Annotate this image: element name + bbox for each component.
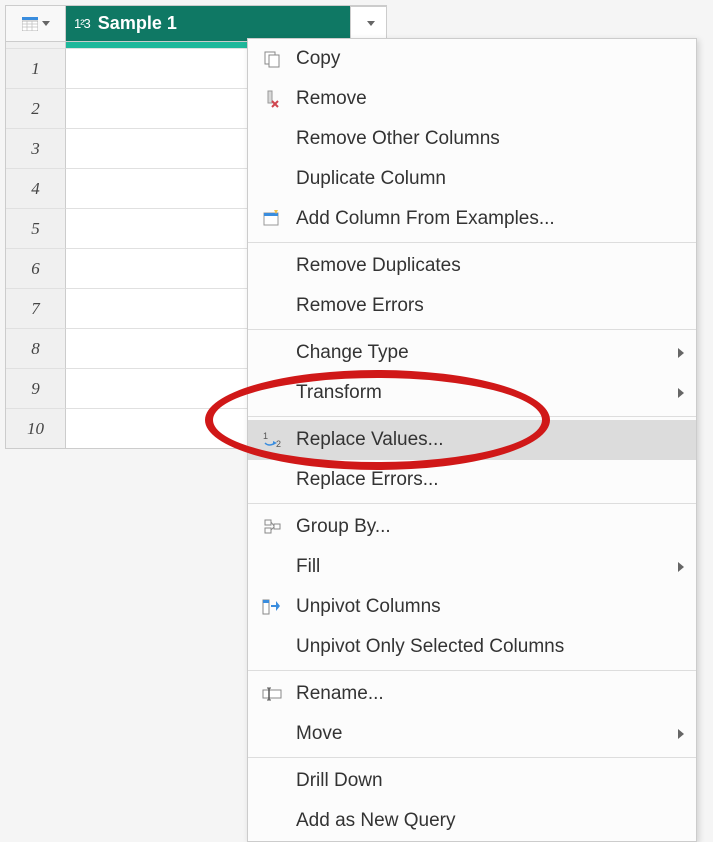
svg-text:1: 1 xyxy=(263,431,268,441)
menu-fill[interactable]: Fill xyxy=(248,547,696,587)
menu-unpivot-only-selected[interactable]: Unpivot Only Selected Columns xyxy=(248,627,696,667)
menu-remove-other-columns[interactable]: Remove Other Columns xyxy=(248,119,696,159)
chevron-down-icon xyxy=(42,21,50,26)
add-column-icon xyxy=(256,207,288,231)
menu-add-as-new-query[interactable]: Add as New Query xyxy=(248,801,696,841)
menu-separator xyxy=(248,329,696,330)
row-number[interactable]: 1 xyxy=(6,48,66,88)
menu-separator xyxy=(248,757,696,758)
replace-values-icon: 1 2 xyxy=(256,428,288,452)
menu-drill-down[interactable]: Drill Down xyxy=(248,761,696,801)
number-type-icon: 1²3 xyxy=(74,16,90,31)
menu-remove[interactable]: Remove xyxy=(248,79,696,119)
row-number[interactable]: 8 xyxy=(6,328,66,368)
menu-duplicate-column[interactable]: Duplicate Column xyxy=(248,159,696,199)
column-header[interactable]: 1²3 Sample 1 xyxy=(66,6,386,42)
menu-remove-duplicates[interactable]: Remove Duplicates xyxy=(248,246,696,286)
submenu-arrow-icon xyxy=(678,562,684,572)
row-number[interactable]: 5 xyxy=(6,208,66,248)
menu-separator xyxy=(248,242,696,243)
svg-text:2: 2 xyxy=(276,439,281,449)
unpivot-icon xyxy=(256,595,288,619)
chevron-down-icon xyxy=(367,21,375,26)
submenu-arrow-icon xyxy=(678,729,684,739)
column-context-menu: Copy Remove Remove Other Columns Duplica… xyxy=(247,38,697,842)
menu-replace-values[interactable]: 1 2 Replace Values... xyxy=(248,420,696,460)
group-by-icon xyxy=(256,515,288,539)
remove-icon xyxy=(256,87,288,111)
row-number[interactable]: 10 xyxy=(6,408,66,448)
submenu-arrow-icon xyxy=(678,388,684,398)
menu-transform[interactable]: Transform xyxy=(248,373,696,413)
menu-group-by[interactable]: Group By... xyxy=(248,507,696,547)
menu-move[interactable]: Move xyxy=(248,714,696,754)
row-number[interactable]: 7 xyxy=(6,288,66,328)
row-number[interactable]: 4 xyxy=(6,168,66,208)
menu-unpivot-columns[interactable]: Unpivot Columns xyxy=(248,587,696,627)
row-number[interactable]: 9 xyxy=(6,368,66,408)
table-corner-button[interactable] xyxy=(6,6,66,42)
menu-separator xyxy=(248,416,696,417)
submenu-arrow-icon xyxy=(678,348,684,358)
row-number[interactable]: 3 xyxy=(6,128,66,168)
header-row: 1²3 Sample 1 xyxy=(6,6,386,42)
column-filter-button[interactable] xyxy=(350,6,386,42)
row-number[interactable]: 6 xyxy=(6,248,66,288)
menu-add-column-from-examples[interactable]: Add Column From Examples... xyxy=(248,199,696,239)
menu-copy[interactable]: Copy xyxy=(248,39,696,79)
rename-icon xyxy=(256,682,288,706)
table-icon xyxy=(22,17,38,31)
column-name-label: Sample 1 xyxy=(98,13,350,34)
copy-icon xyxy=(256,47,288,71)
menu-change-type[interactable]: Change Type xyxy=(248,333,696,373)
menu-separator xyxy=(248,670,696,671)
menu-replace-errors[interactable]: Replace Errors... xyxy=(248,460,696,500)
menu-rename[interactable]: Rename... xyxy=(248,674,696,714)
row-number[interactable]: 2 xyxy=(6,88,66,128)
menu-remove-errors[interactable]: Remove Errors xyxy=(248,286,696,326)
menu-separator xyxy=(248,503,696,504)
